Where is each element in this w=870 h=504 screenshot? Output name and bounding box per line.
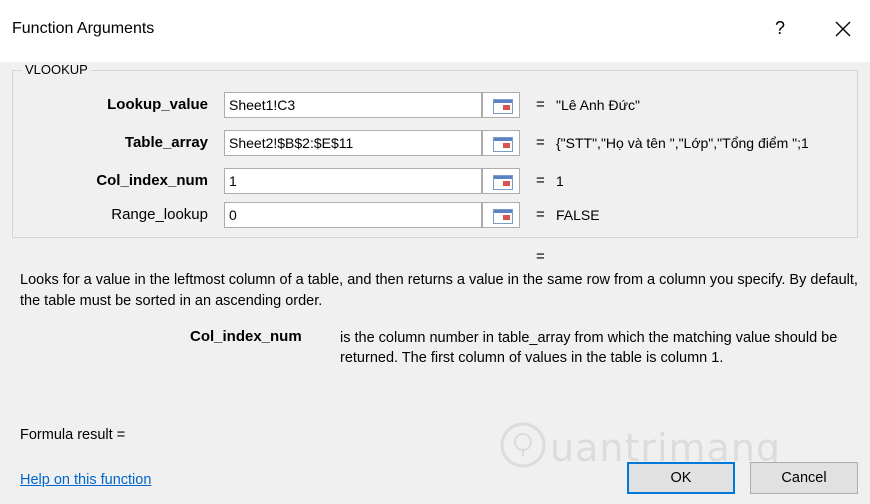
col-index-num-label: Col_index_num [96, 172, 208, 189]
formula-result-label: Formula result = [20, 427, 126, 443]
table-array-range-button[interactable] [482, 130, 520, 156]
collapse-dialog-icon [493, 99, 513, 114]
col-index-num-range-button[interactable] [482, 168, 520, 194]
lookup-value-equals: = [536, 96, 545, 113]
function-name: VLOOKUP [22, 62, 91, 77]
help-button[interactable]: ? [770, 18, 790, 39]
col-index-num-equals: = [536, 172, 545, 189]
ok-button[interactable]: OK [627, 462, 735, 494]
title-bar: Function Arguments ? [0, 0, 870, 62]
function-description: Looks for a value in the leftmost column… [20, 272, 858, 309]
table-array-input[interactable]: Sheet2!$B$2:$E$11 [224, 130, 482, 156]
close-icon [835, 21, 851, 37]
col-index-num-result: 1 [556, 173, 564, 189]
range-lookup-range-button[interactable] [482, 202, 520, 228]
watermark-logo-icon [500, 422, 546, 468]
function-result-equals: = [536, 248, 545, 265]
lookup-value-result: "Lê Anh Đức" [556, 97, 640, 113]
table-array-equals: = [536, 134, 545, 151]
range-lookup-equals: = [536, 206, 545, 223]
collapse-dialog-icon [493, 209, 513, 224]
help-on-function-link[interactable]: Help on this function [20, 472, 151, 488]
range-lookup-label: Range_lookup [111, 206, 208, 223]
argument-help-text: is the column number in table_array from… [340, 330, 838, 366]
table-array-label: Table_array [124, 134, 208, 151]
lookup-value-range-button[interactable] [482, 92, 520, 118]
collapse-dialog-icon [493, 137, 513, 152]
table-array-result: {"STT","Họ và tên ","Lớp","Tổng điểm ";1 [556, 135, 809, 151]
lookup-value-input[interactable]: Sheet1!C3 [224, 92, 482, 118]
col-index-num-input[interactable]: 1 [224, 168, 482, 194]
range-lookup-input[interactable]: 0 [224, 202, 482, 228]
cancel-button[interactable]: Cancel [750, 462, 858, 494]
lookup-value-label: Lookup_value [107, 96, 208, 113]
close-button[interactable] [826, 12, 860, 46]
collapse-dialog-icon [493, 175, 513, 190]
argument-help-name: Col_index_num [190, 328, 302, 345]
dialog-title: Function Arguments [12, 20, 155, 37]
range-lookup-result: FALSE [556, 207, 600, 223]
